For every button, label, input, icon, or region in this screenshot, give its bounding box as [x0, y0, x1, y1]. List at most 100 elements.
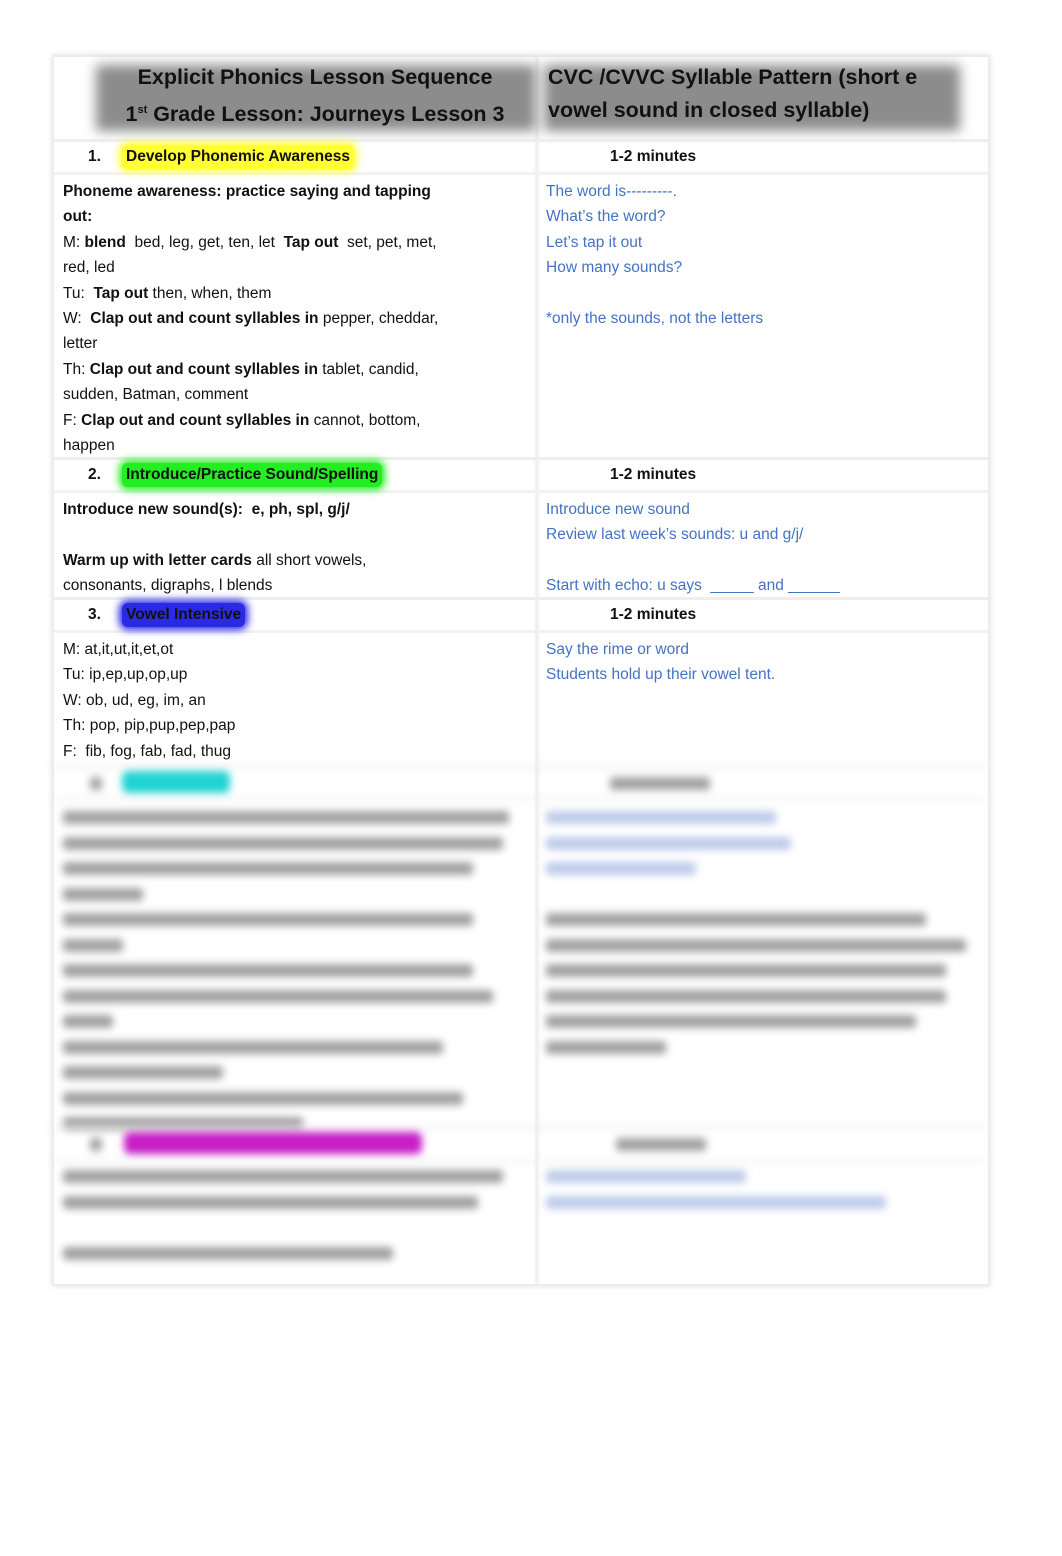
prompt-line — [546, 281, 763, 306]
obscured-section-4 — [54, 765, 988, 1130]
text-segment: tablet, candid, — [317, 360, 419, 378]
text-segment: M: — [63, 233, 85, 251]
text-segment: Phoneme awareness: practice saying and t… — [63, 183, 431, 200]
text-segment: Introduce new sound(s): e, ph, spl, g/j/ — [63, 501, 350, 518]
activity-line: Th: Clap out and count syllables in tabl… — [63, 357, 438, 382]
lesson-table: Explicit Phonics Lesson Sequence 1st Gra… — [52, 55, 990, 1286]
activity-text: M: at,it,ut,it,et,ot Tu: ip,ep,up,op,up W:… — [63, 637, 235, 764]
text-segment: Th: — [63, 360, 90, 378]
text-segment: red, led — [63, 259, 115, 277]
section-header: 1. Develop Phonemic Awareness 1-2 minute… — [54, 139, 988, 175]
activity-line — [63, 522, 366, 547]
text-segment: Tu: — [63, 284, 94, 302]
text-segment: cannot, bottom, — [309, 411, 421, 429]
text-segment: pepper, cheddar, — [318, 309, 439, 327]
section-title: Introduce/Practice Sound/Spelling — [122, 463, 383, 487]
teacher-prompts: The word is---------. What’s the word? Let… — [546, 179, 763, 331]
section-header — [54, 1126, 988, 1162]
section-number: 2. — [88, 466, 101, 483]
section-content — [54, 801, 988, 1130]
grade-number: 1 — [125, 102, 138, 127]
text-segment: letter — [63, 335, 98, 353]
lesson-title: Explicit Phonics Lesson Sequence 1st Gra… — [90, 61, 540, 131]
text-segment: happen — [63, 436, 115, 454]
text-segment: W: — [63, 309, 91, 327]
text-segment: M: at,it,ut,it,et,ot — [63, 641, 174, 658]
text-segment: Tap out — [283, 233, 339, 251]
activity-line: Introduce new sound(s): e, ph, spl, g/j/ — [63, 497, 366, 522]
text-segment: then, when, them — [148, 284, 272, 302]
text-segment: Th: pop, pip,pup,pep,pap — [63, 717, 236, 735]
activity-line: out: — [63, 204, 438, 229]
prompt-line: Let’s tap it out — [546, 233, 643, 251]
pattern-line-2: vowel sound in closed syllable) — [548, 98, 870, 122]
activity-line: M: blend bed, leg, get, ten, let Tap out… — [63, 230, 438, 255]
section-time: 1-2 minutes — [610, 148, 697, 165]
activity-line: F: Clap out and count syllables in canno… — [63, 408, 438, 433]
prompt-line: The word is---------. — [546, 183, 677, 200]
activity-line: Tu: ip,ep,up,op,up — [63, 662, 235, 687]
text-segment: out: — [63, 208, 93, 226]
activity-line: happen — [63, 433, 438, 458]
section-number: 1. — [88, 148, 101, 165]
section-time: 1-2 minutes — [610, 466, 697, 483]
section-header — [54, 765, 988, 801]
section-content — [54, 1162, 988, 1284]
section-title-highlight — [124, 1132, 422, 1154]
lesson-section-2: 2. Introduce/Practice Sound/Spelling 1-2… — [54, 457, 988, 597]
text-segment: set, pet, met, — [338, 233, 437, 251]
teacher-prompts: Introduce new sound Review last week’s so… — [546, 497, 840, 599]
prompt-line: How many sounds? — [546, 259, 683, 277]
section-number: 3. — [88, 606, 101, 623]
teacher-prompts: Say the rime or word Students hold up the… — [546, 637, 775, 688]
section-title: Develop Phonemic Awareness — [122, 145, 354, 169]
activity-text: Introduce new sound(s): e, ph, spl, g/j/… — [63, 497, 366, 599]
activity-line: F: fib, fog, fab, fad, thug — [63, 739, 235, 764]
obscured-section-5 — [54, 1126, 988, 1284]
text-segment: F: — [63, 411, 82, 429]
title-line-2: 1st Grade Lesson: Journeys Lesson 3 — [90, 94, 540, 131]
prompt-line: Say the rime or word — [546, 641, 689, 658]
text-segment: Clap out and count syllables in — [89, 360, 318, 378]
prompt-line: What’s the word? — [546, 208, 666, 226]
lesson-section-3: 3. Vowel Intensive 1-2 minutes M: at,it,… — [54, 597, 988, 765]
text-segment: consonants, digraphs, l blends — [63, 577, 273, 595]
text-segment: bed, leg, get, ten, let — [125, 233, 284, 251]
section-content: Phoneme awareness: practice saying and t… — [54, 175, 988, 457]
section-header: 3. Vowel Intensive 1-2 minutes — [54, 597, 988, 633]
activity-line: letter — [63, 331, 438, 356]
text-segment: Warm up with letter cards — [63, 551, 252, 569]
prompt-line — [546, 548, 840, 573]
lesson-section-1: 1. Develop Phonemic Awareness 1-2 minute… — [54, 139, 988, 457]
activity-line: M: at,it,ut,it,et,ot — [63, 637, 235, 662]
grade-lesson: Grade Lesson: Journeys Lesson 3 — [147, 102, 505, 127]
text-segment: Tap out — [93, 284, 149, 302]
activity-line: red, led — [63, 255, 438, 280]
prompt-line: Review last week’s sounds: u and g/j/ — [546, 526, 804, 544]
text-segment: Tu: ip,ep,up,op,up — [63, 666, 188, 684]
section-title: Vowel Intensive — [122, 603, 246, 627]
activity-line: consonants, digraphs, l blends — [63, 573, 366, 598]
text-segment: Clap out and count syllables in — [90, 309, 319, 327]
activity-line: W: ob, ud, eg, im, an — [63, 688, 235, 713]
activity-line: Warm up with letter cards all short vowe… — [63, 548, 366, 573]
section-title-highlight — [122, 771, 230, 793]
section-content: M: at,it,ut,it,et,ot Tu: ip,ep,up,op,up W:… — [54, 633, 988, 765]
activity-text: Phoneme awareness: practice saying and t… — [63, 179, 438, 458]
text-segment: sudden, Batman, comment — [63, 386, 249, 404]
text-segment: F: fib, fog, fab, fad, thug — [63, 742, 232, 760]
text-segment: all short vowels, — [251, 551, 367, 569]
title-line-1: Explicit Phonics Lesson Sequence — [137, 65, 493, 89]
activity-line: W: Clap out and count syllables in peppe… — [63, 306, 438, 331]
pattern-line-1: CVC /CVVC Syllable Pattern (short e — [548, 65, 918, 89]
activity-line: Tu: Tap out then, when, them — [63, 281, 438, 306]
activity-line: Phoneme awareness: practice saying and t… — [63, 179, 438, 204]
pattern-title: CVC /CVVC Syllable Pattern (short e vowe… — [548, 61, 917, 127]
prompt-line: Introduce new sound — [546, 501, 690, 518]
prompt-line: Students hold up their vowel tent. — [546, 666, 776, 684]
section-header: 2. Introduce/Practice Sound/Spelling 1-2… — [54, 457, 988, 493]
prompt-line: Start with echo: u says _____ and ______ — [546, 577, 840, 595]
activity-line: Th: pop, pip,pup,pep,pap — [63, 713, 235, 738]
section-time: 1-2 minutes — [610, 606, 697, 623]
text-segment: blend — [84, 233, 126, 251]
